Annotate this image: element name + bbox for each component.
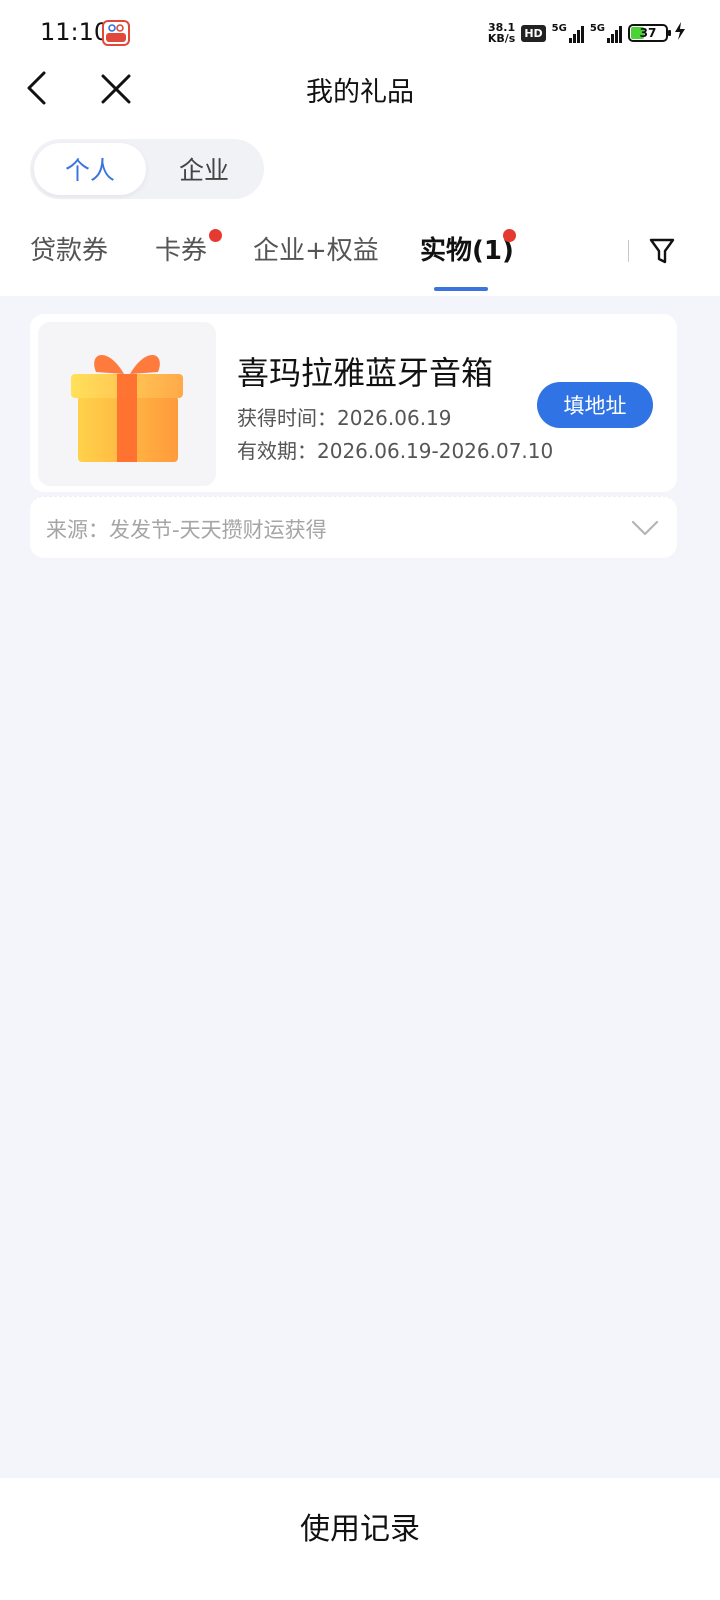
tab-card-coupon[interactable]: 卡券 bbox=[155, 230, 207, 267]
gift-name: 喜玛拉雅蓝牙音箱 bbox=[237, 354, 494, 392]
gift-card[interactable]: 喜玛拉雅蓝牙音箱 获得时间：2026.06.19 有效期：2026.06.19-… bbox=[30, 314, 677, 492]
page-title: 我的礼品 bbox=[306, 77, 414, 108]
segment-personal[interactable]: 个人 bbox=[34, 143, 146, 195]
net-speed: 38.1 KB/s bbox=[488, 22, 515, 44]
filter-icon bbox=[649, 238, 675, 264]
gift-obtain-time: 获得时间：2026.06.19 bbox=[237, 406, 452, 430]
account-type-segment: 个人 企业 bbox=[30, 139, 264, 199]
gift-image bbox=[38, 322, 216, 486]
app-notification-icon bbox=[102, 20, 130, 46]
gift-source: 来源：发发节-天天攒财运获得 bbox=[46, 518, 327, 542]
tab-enterprise-benefits[interactable]: 企业+权益 bbox=[253, 230, 379, 267]
signal-icon: 5G bbox=[590, 23, 622, 43]
bottom-bar: 使用记录 bbox=[0, 1478, 720, 1600]
gift-validity: 有效期：2026.06.19-2026.07.10 bbox=[237, 439, 554, 463]
tab-physical[interactable]: 实物(1) bbox=[420, 230, 514, 267]
filter-button[interactable] bbox=[642, 232, 682, 270]
segment-company[interactable]: 企业 bbox=[148, 143, 260, 195]
gift-source-row[interactable]: 来源：发发节-天天攒财运获得 bbox=[30, 496, 677, 558]
hd-icon: HD bbox=[521, 24, 546, 42]
fill-address-button[interactable]: 填地址 bbox=[537, 382, 653, 428]
chevron-down-icon[interactable] bbox=[631, 515, 659, 541]
gift-box-icon bbox=[71, 354, 183, 462]
battery-icon: 37 bbox=[628, 24, 671, 42]
usage-record-button[interactable]: 使用记录 bbox=[0, 1504, 720, 1548]
status-time: 11:10 bbox=[40, 18, 110, 46]
tab-card-coupon-badge bbox=[209, 229, 222, 242]
signal-label: 5G bbox=[589, 23, 605, 34]
tab-loan-coupon[interactable]: 贷款券 bbox=[30, 230, 108, 267]
tab-divider bbox=[628, 240, 629, 262]
signal-label: 5G bbox=[551, 23, 567, 34]
status-indicators: 38.1 KB/s HD 5G 5G 37 bbox=[488, 18, 686, 48]
signal-icon: 5G bbox=[552, 23, 584, 43]
status-bar: 11:10 38.1 KB/s HD 5G 5G 37 bbox=[0, 0, 720, 66]
charging-icon bbox=[674, 21, 686, 45]
active-tab-indicator bbox=[434, 287, 488, 291]
battery-level: 37 bbox=[639, 26, 657, 40]
net-speed-unit: KB/s bbox=[487, 32, 516, 45]
tab-physical-badge bbox=[503, 229, 516, 242]
